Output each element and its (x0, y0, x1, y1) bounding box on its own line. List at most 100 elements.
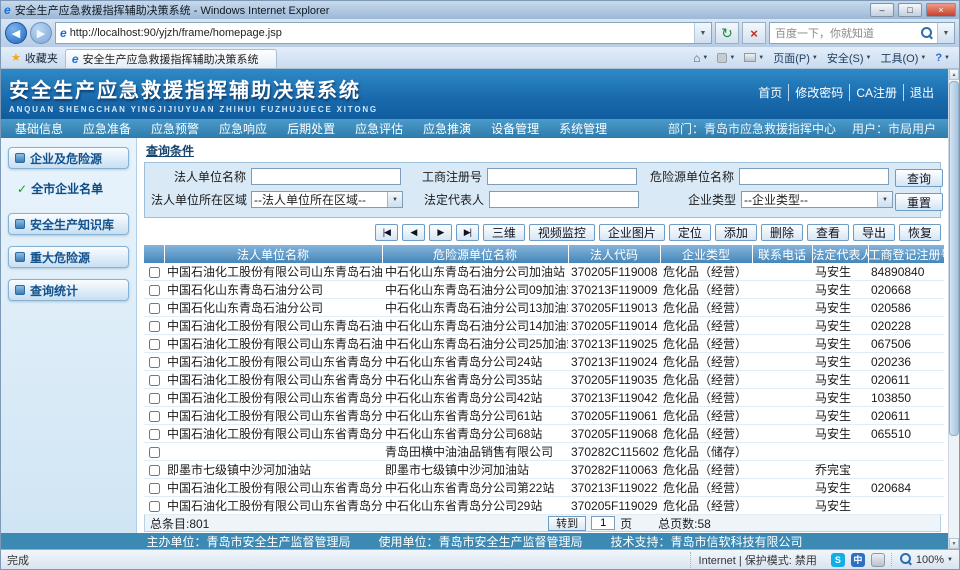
sidebar-item-query-statistics[interactable]: 查询统计 (8, 279, 129, 301)
reset-button[interactable]: 重置 (895, 193, 943, 211)
link-change-password[interactable]: 修改密码 (789, 84, 850, 101)
table-row[interactable]: 中国石油化工股份有限公司山东省青岛分公司 中石化山东省青岛分公司第22站 370… (144, 479, 944, 497)
help-menu[interactable]: ?▼ (931, 52, 954, 64)
row-checkbox[interactable] (149, 339, 160, 350)
row-checkbox[interactable] (149, 393, 160, 404)
row-checkbox[interactable] (149, 501, 160, 512)
row-checkbox[interactable] (149, 375, 160, 386)
search-input[interactable]: 百度一下，你就知道 (775, 25, 918, 41)
view-button[interactable]: 查看 (807, 224, 849, 241)
safety-menu[interactable]: 安全(S)▼ (823, 50, 876, 66)
nav-item-post-disposal[interactable]: 后期处置 (277, 120, 345, 137)
ime-tray-icon[interactable]: 中 (851, 553, 865, 567)
row-checkbox[interactable] (149, 267, 160, 278)
business-no-input[interactable] (487, 168, 637, 185)
nav-item-device-management[interactable]: 设备管理 (481, 120, 549, 137)
refresh-button[interactable]: ↻ (715, 22, 739, 44)
delete-button[interactable]: 删除 (761, 224, 803, 241)
restore-button[interactable]: 恢复 (899, 224, 941, 241)
table-row[interactable]: 中国石油化工股份有限公司山东省青岛分公司 中石化山东省青岛分公司24站 3702… (144, 353, 944, 371)
nav-item-system-management[interactable]: 系统管理 (549, 120, 617, 137)
table-row[interactable]: 中国石化山东青岛石油分公司 中石化山东青岛石油分公司09加油站 370213F1… (144, 281, 944, 299)
row-checkbox[interactable] (149, 465, 160, 476)
row-checkbox[interactable] (149, 411, 160, 422)
nav-item-emergency-prep[interactable]: 应急准备 (73, 120, 141, 137)
table-row[interactable]: 中国石油化工股份有限公司山东省青岛分公司 中石化山东省青岛分公司68站 3702… (144, 425, 944, 443)
maximize-button[interactable]: □ (898, 3, 922, 17)
minimize-button[interactable]: – (870, 3, 894, 17)
table-row[interactable]: 中国石油化工股份有限公司山东省青岛分公司 中石化山东省青岛分公司35站 3702… (144, 371, 944, 389)
legal-name-input[interactable] (251, 168, 401, 185)
keyboard-tray-icon[interactable] (871, 553, 885, 567)
row-checkbox[interactable] (149, 447, 160, 458)
sidebar-item-enterprise-hazard[interactable]: 企业及危险源 (8, 147, 129, 169)
close-button[interactable]: × (926, 3, 956, 17)
next-page-button[interactable]: ▶ (429, 224, 452, 241)
prev-page-button[interactable]: ◀ (402, 224, 425, 241)
last-page-button[interactable]: ▶| (456, 224, 479, 241)
link-home[interactable]: 首页 (752, 84, 789, 101)
table-row[interactable]: 中国石油化工股份有限公司山东青岛石油分公司 中石化山东青岛石油分公司加油站 37… (144, 263, 944, 281)
table-row[interactable]: 中国石油化工股份有限公司山东省青岛分公司 中石化山东省青岛分公司61站 3702… (144, 407, 944, 425)
url-dropdown-icon[interactable]: ▼ (694, 23, 711, 43)
search-button[interactable]: 查询 (895, 169, 943, 187)
table-row[interactable]: 即墨市七级镇中沙河加油站 即墨市七级镇中沙河加油站 370282F110063 … (144, 461, 944, 479)
nav-item-emergency-warning[interactable]: 应急预警 (141, 120, 209, 137)
sidebar-item-city-enterprise-list[interactable]: ✓ 全市企业名单 (17, 180, 136, 197)
region-select[interactable]: --法人单位所在区域-- ▼ (251, 191, 403, 208)
row-checkbox[interactable] (149, 357, 160, 368)
home-button[interactable]: ⌂▼ (689, 51, 712, 65)
nav-item-basic-info[interactable]: 基础信息 (5, 120, 73, 137)
scrollbar-thumb[interactable] (949, 81, 959, 436)
row-checkbox[interactable] (149, 285, 160, 296)
stop-button[interactable]: × (742, 22, 766, 44)
tools-menu[interactable]: 工具(O)▼ (876, 50, 930, 66)
feeds-button[interactable]: ▼ (713, 53, 739, 63)
three-d-button[interactable]: 三维 (483, 224, 525, 241)
row-checkbox[interactable] (149, 303, 160, 314)
zoom-control[interactable]: 100% ▼ (891, 553, 953, 566)
link-logout[interactable]: 退出 (904, 84, 940, 101)
page-menu[interactable]: 页面(P)▼ (769, 50, 822, 66)
table-row[interactable]: 中国石油化工股份有限公司山东省青岛分公司 中石化山东省青岛分公司29站 3702… (144, 497, 944, 515)
enterprise-type-select[interactable]: --企业类型-- ▼ (741, 191, 893, 208)
search-dropdown-icon[interactable]: ▼ (937, 23, 954, 43)
url-input[interactable] (70, 24, 691, 42)
forward-button[interactable]: ▶ (30, 22, 52, 44)
row-checkbox[interactable] (149, 483, 160, 494)
sidebar-item-major-hazard[interactable]: 重大危险源 (8, 246, 129, 268)
link-ca-register[interactable]: CA注册 (850, 84, 904, 101)
vertical-scrollbar[interactable]: ▲ ▼ (948, 69, 959, 549)
export-button[interactable]: 导出 (853, 224, 895, 241)
page-number-input[interactable] (591, 516, 615, 530)
table-row[interactable]: 中国石油化工股份有限公司山东青岛石油分公司 中石化山东青岛石油分公司14加油站 … (144, 317, 944, 335)
table-row[interactable]: 中国石油化工股份有限公司山东省青岛分公司 中石化山东省青岛分公司42站 3702… (144, 389, 944, 407)
browser-tab[interactable]: e 安全生产应急救援指挥辅助决策系统 (65, 49, 277, 68)
caret-icon: ▼ (920, 55, 926, 61)
search-box[interactable]: 百度一下，你就知道 ▼ (769, 22, 955, 44)
row-checkbox[interactable] (149, 429, 160, 440)
print-button[interactable]: ▼ (740, 53, 768, 62)
locate-button[interactable]: 定位 (669, 224, 711, 241)
legal-rep-input[interactable] (489, 191, 639, 208)
first-page-button[interactable]: |◀ (375, 224, 398, 241)
row-checkbox[interactable] (149, 321, 160, 332)
table-row[interactable]: 青岛田横中油油品销售有限公司 370282C115602 危化品（储存） (144, 443, 944, 461)
search-icon[interactable] (921, 27, 934, 40)
skype-tray-icon[interactable]: S (831, 553, 845, 567)
table-row[interactable]: 中国石化山东青岛石油分公司 中石化山东青岛石油分公司13加油站 370205F1… (144, 299, 944, 317)
nav-item-emergency-drill[interactable]: 应急推演 (413, 120, 481, 137)
sidebar-item-safety-knowledge[interactable]: 安全生产知识库 (8, 213, 129, 235)
favorites-button[interactable]: ★ 收藏夹 (4, 47, 65, 68)
goto-page-button[interactable]: 转到 (548, 516, 586, 531)
nav-item-emergency-evaluation[interactable]: 应急评估 (345, 120, 413, 137)
back-button[interactable]: ◀ (5, 22, 27, 44)
hazard-name-input[interactable] (739, 168, 889, 185)
scroll-up-icon[interactable]: ▲ (949, 69, 959, 80)
video-monitor-button[interactable]: 视频监控 (529, 224, 595, 241)
table-row[interactable]: 中国石油化工股份有限公司山东青岛石油分公司 中石化山东青岛石油分公司25加油站 … (144, 335, 944, 353)
nav-item-emergency-response[interactable]: 应急响应 (209, 120, 277, 137)
add-button[interactable]: 添加 (715, 224, 757, 241)
scroll-down-icon[interactable]: ▼ (949, 538, 959, 549)
enterprise-photo-button[interactable]: 企业图片 (599, 224, 665, 241)
